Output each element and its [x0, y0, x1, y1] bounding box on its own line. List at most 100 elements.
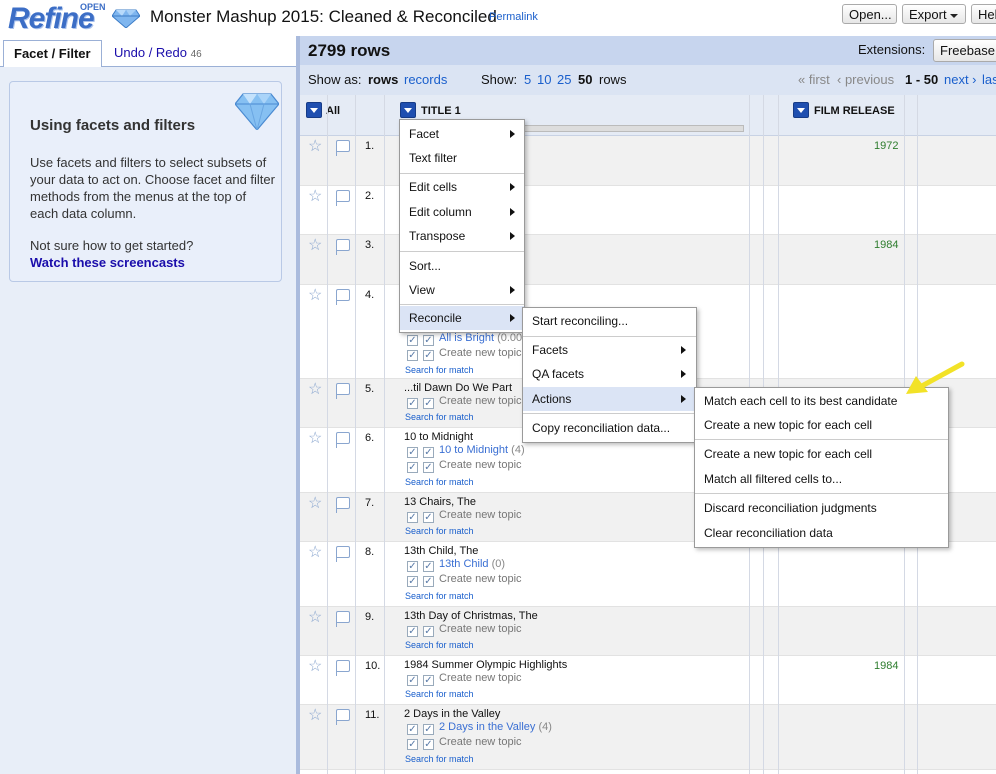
- menu-item-sort[interactable]: Sort...: [400, 254, 524, 278]
- new-topic-check-icon[interactable]: ✓: [407, 739, 418, 750]
- menu-item-start-reconciling[interactable]: Start reconciling...: [523, 309, 696, 333]
- menu-item-facets[interactable]: Facets: [523, 338, 696, 362]
- candidate-link[interactable]: 10 to Midnight (4): [439, 444, 525, 456]
- title-column-menu-button[interactable]: [400, 102, 416, 118]
- new-topic-all-check-icon[interactable]: ✓: [423, 626, 434, 637]
- tab-undo-redo[interactable]: Undo / Redo 46: [104, 40, 212, 66]
- create-new-topic-option[interactable]: Create new topic: [439, 347, 522, 359]
- menu-item-discard-judgments[interactable]: Discard reconciliation judgments: [695, 496, 948, 520]
- menu-item-transpose[interactable]: Transpose: [400, 224, 524, 248]
- last-page-link[interactable]: las: [982, 72, 996, 87]
- search-for-match-link[interactable]: Search for match: [405, 477, 474, 487]
- export-button[interactable]: Export: [902, 4, 966, 24]
- menu-item-qa-facets[interactable]: QA facets: [523, 362, 696, 386]
- flag-icon[interactable]: [336, 611, 350, 627]
- search-for-match-link[interactable]: Search for match: [405, 526, 474, 536]
- search-for-match-link[interactable]: Search for match: [405, 365, 474, 375]
- next-page-link[interactable]: next ›: [944, 72, 977, 87]
- previous-page-link[interactable]: ‹ previous: [837, 72, 894, 87]
- candidate-link[interactable]: 2 Days in the Valley (4): [439, 721, 552, 733]
- flag-icon[interactable]: [336, 497, 350, 513]
- star-icon[interactable]: ☆: [308, 610, 322, 626]
- star-icon[interactable]: ☆: [308, 238, 322, 254]
- flag-icon[interactable]: [336, 383, 350, 399]
- star-icon[interactable]: ☆: [308, 189, 322, 205]
- page-size-10[interactable]: 10: [537, 72, 551, 87]
- new-topic-all-check-icon[interactable]: ✓: [423, 398, 434, 409]
- page-size-25[interactable]: 25: [557, 72, 571, 87]
- search-for-match-link[interactable]: Search for match: [405, 640, 474, 650]
- create-new-topic-option[interactable]: Create new topic: [439, 459, 522, 471]
- flag-icon[interactable]: [336, 289, 350, 305]
- view-mode-records[interactable]: records: [404, 72, 447, 87]
- match-all-check-icon[interactable]: ✓: [423, 561, 434, 572]
- project-title[interactable]: Monster Mashup 2015: Cleaned & Reconcile…: [150, 7, 497, 27]
- candidate-link[interactable]: 13th Child (0): [439, 558, 505, 570]
- create-new-topic-option[interactable]: Create new topic: [439, 509, 522, 521]
- new-topic-all-check-icon[interactable]: ✓: [423, 675, 434, 686]
- create-new-topic-option[interactable]: Create new topic: [439, 672, 522, 684]
- star-icon[interactable]: ☆: [308, 382, 322, 398]
- flag-icon[interactable]: [336, 239, 350, 255]
- first-page-link[interactable]: « first: [798, 72, 830, 87]
- screencasts-link[interactable]: Watch these screencasts: [30, 255, 185, 270]
- star-icon[interactable]: ☆: [308, 545, 322, 561]
- star-icon[interactable]: ☆: [308, 431, 322, 447]
- menu-item-clear-reconciliation-data[interactable]: Clear reconciliation data: [695, 521, 948, 545]
- star-icon[interactable]: ☆: [308, 288, 322, 304]
- flag-icon[interactable]: [336, 709, 350, 725]
- star-icon[interactable]: ☆: [308, 659, 322, 675]
- view-mode-rows[interactable]: rows: [368, 72, 398, 87]
- tab-facet-filter[interactable]: Facet / Filter: [3, 40, 102, 68]
- match-all-check-icon[interactable]: ✓: [423, 724, 434, 735]
- menu-item-edit-column[interactable]: Edit column: [400, 200, 524, 224]
- match-check-icon[interactable]: ✓: [407, 561, 418, 572]
- new-topic-check-icon[interactable]: ✓: [407, 462, 418, 473]
- create-new-topic-option[interactable]: Create new topic: [439, 623, 522, 635]
- new-topic-check-icon[interactable]: ✓: [407, 512, 418, 523]
- menu-item-create-new-topic-similar-cells[interactable]: Create a new topic for each cell: [695, 442, 948, 466]
- new-topic-check-icon[interactable]: ✓: [407, 576, 418, 587]
- page-size-50[interactable]: 50: [578, 72, 592, 87]
- search-for-match-link[interactable]: Search for match: [405, 754, 474, 764]
- match-check-icon[interactable]: ✓: [407, 447, 418, 458]
- match-check-icon[interactable]: ✓: [407, 335, 418, 346]
- match-all-check-icon[interactable]: ✓: [423, 447, 434, 458]
- new-topic-check-icon[interactable]: ✓: [407, 398, 418, 409]
- candidate-link[interactable]: All is Bright (0.00: [439, 332, 522, 344]
- create-new-topic-option[interactable]: Create new topic: [439, 395, 522, 407]
- match-check-icon[interactable]: ✓: [407, 724, 418, 735]
- permalink-link[interactable]: Permalink: [489, 11, 538, 23]
- new-topic-all-check-icon[interactable]: ✓: [423, 462, 434, 473]
- menu-item-facet[interactable]: Facet: [400, 122, 524, 146]
- flag-icon[interactable]: [336, 140, 350, 156]
- search-for-match-link[interactable]: Search for match: [405, 689, 474, 699]
- menu-item-match-filtered-cells[interactable]: Match all filtered cells to...: [695, 467, 948, 491]
- flag-icon[interactable]: [336, 190, 350, 206]
- match-all-check-icon[interactable]: ✓: [423, 335, 434, 346]
- page-size-5[interactable]: 5: [524, 72, 531, 87]
- new-topic-all-check-icon[interactable]: ✓: [423, 350, 434, 361]
- menu-item-view[interactable]: View: [400, 278, 524, 302]
- menu-item-reconcile[interactable]: Reconcile: [400, 306, 524, 330]
- star-icon[interactable]: ☆: [308, 708, 322, 724]
- menu-item-create-new-topic-each-cell[interactable]: Create a new topic for each cell: [695, 413, 948, 437]
- create-new-topic-option[interactable]: Create new topic: [439, 736, 522, 748]
- star-icon[interactable]: ☆: [308, 496, 322, 512]
- flag-icon[interactable]: [336, 660, 350, 676]
- menu-item-copy-reconciliation-data[interactable]: Copy reconciliation data...: [523, 416, 696, 440]
- new-topic-check-icon[interactable]: ✓: [407, 350, 418, 361]
- flag-icon[interactable]: [336, 432, 350, 448]
- create-new-topic-option[interactable]: Create new topic: [439, 573, 522, 585]
- new-topic-check-icon[interactable]: ✓: [407, 675, 418, 686]
- menu-item-actions[interactable]: Actions: [523, 387, 696, 411]
- openrefine-logo[interactable]: Refine OPEN: [8, 2, 140, 36]
- search-for-match-link[interactable]: Search for match: [405, 412, 474, 422]
- menu-item-text-filter[interactable]: Text filter: [400, 146, 524, 170]
- menu-item-edit-cells[interactable]: Edit cells: [400, 175, 524, 199]
- film-release-column-menu-button[interactable]: [793, 102, 809, 118]
- new-topic-all-check-icon[interactable]: ✓: [423, 739, 434, 750]
- flag-icon[interactable]: [336, 546, 350, 562]
- freebase-extension-button[interactable]: Freebase: [933, 39, 996, 62]
- help-button[interactable]: Hel: [971, 4, 996, 24]
